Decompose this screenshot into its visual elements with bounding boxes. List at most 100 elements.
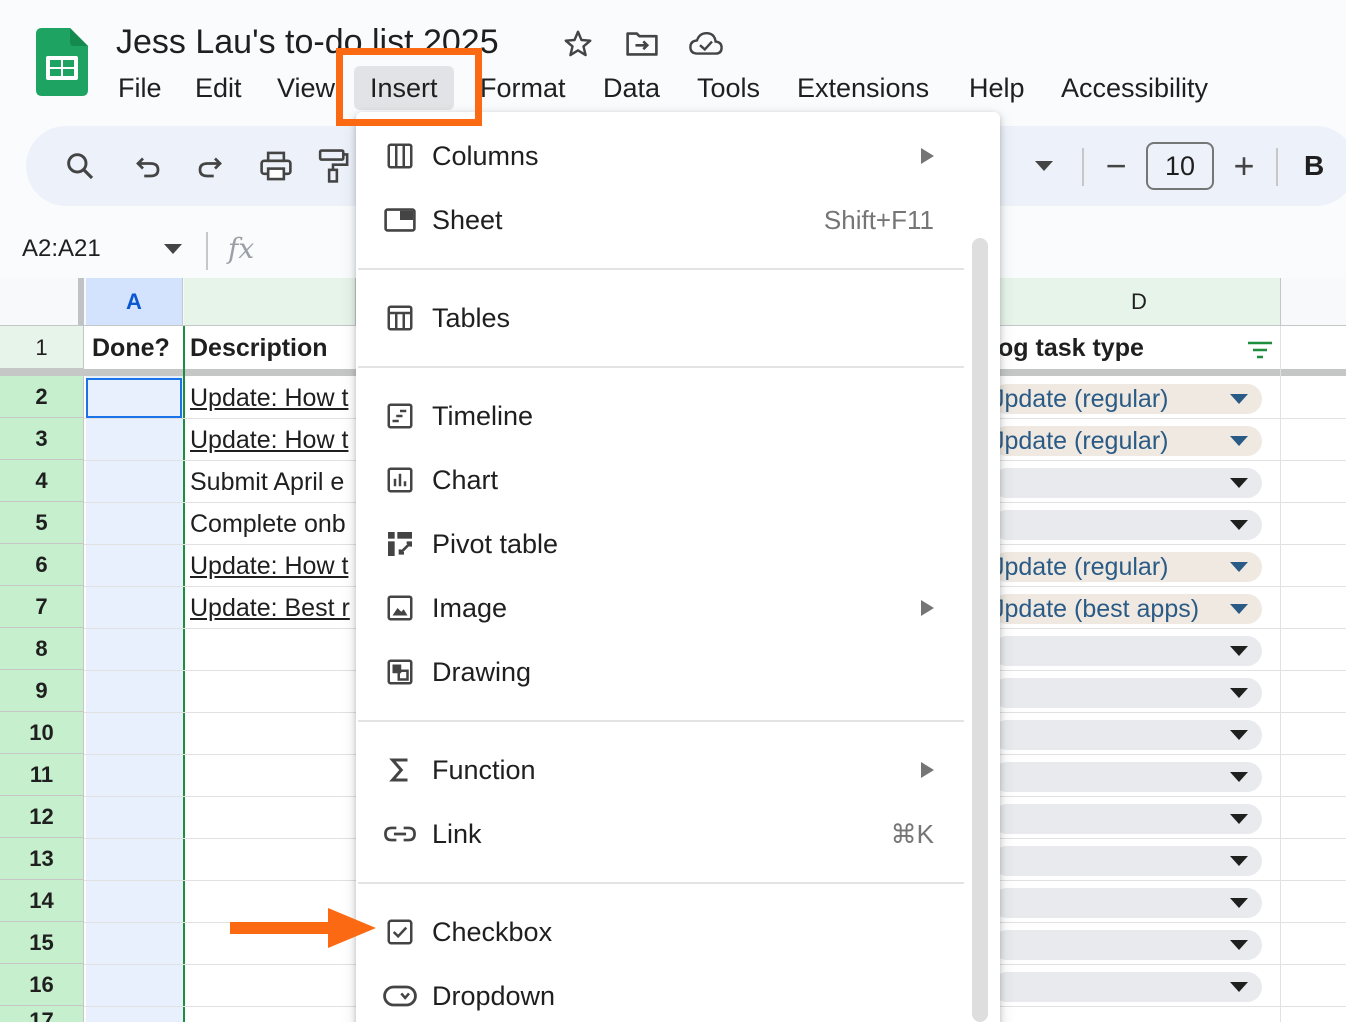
row-header-12[interactable]: 12 (0, 796, 84, 838)
menu-tools[interactable]: Tools (697, 66, 760, 110)
grid-line (1280, 326, 1281, 1022)
name-box[interactable]: A2:A21 (22, 232, 101, 266)
paint-format-icon[interactable] (316, 140, 356, 192)
description-cell[interactable]: Update: Best r (190, 594, 356, 623)
column-header-b[interactable] (184, 278, 356, 326)
task-type-chip[interactable] (992, 930, 1262, 960)
row-header-3[interactable]: 3 (0, 418, 84, 460)
column-header-d[interactable]: D (998, 278, 1281, 326)
row-header-6[interactable]: 6 (0, 544, 84, 586)
link-icon (382, 816, 418, 852)
menu-file[interactable]: File (118, 66, 162, 110)
task-type-chip[interactable]: Jpdate (regular) (992, 384, 1262, 414)
undo-icon[interactable] (122, 140, 174, 192)
toolbar-separator (1276, 148, 1278, 186)
row-header-13[interactable]: 13 (0, 838, 84, 880)
description-cell[interactable]: Complete onb (190, 510, 356, 539)
menu-scrollbar[interactable] (972, 238, 988, 1022)
sheets-logo-icon[interactable] (36, 28, 88, 96)
menu-item-chart[interactable]: Chart (356, 452, 966, 508)
search-icon[interactable] (54, 140, 106, 192)
chevron-down-icon (1230, 394, 1248, 404)
name-box-dropdown-icon[interactable] (164, 244, 182, 254)
row-header-17[interactable]: 17 (0, 1006, 84, 1022)
menu-view[interactable]: View (277, 66, 337, 110)
insert-menu-highlight-box (336, 48, 482, 126)
row-header-8[interactable]: 8 (0, 628, 84, 670)
task-type-chip[interactable] (992, 888, 1262, 918)
chevron-down-icon (1230, 520, 1248, 530)
task-type-chip[interactable] (992, 636, 1262, 666)
description-cell[interactable]: Update: How t (190, 384, 356, 413)
menu-item-dropdown[interactable]: Dropdown (356, 968, 966, 1022)
increase-font-icon[interactable]: + (1218, 140, 1270, 192)
menu-extensions[interactable]: Extensions (797, 66, 929, 110)
task-type-chip[interactable] (992, 846, 1262, 876)
chevron-down-icon (1230, 772, 1248, 782)
task-type-chip[interactable]: Jpdate (regular) (992, 552, 1262, 582)
decrease-font-icon[interactable]: − (1090, 140, 1142, 192)
row-header-1[interactable]: 1 (0, 326, 84, 369)
task-type-chip[interactable] (992, 720, 1262, 750)
row-header-14[interactable]: 14 (0, 880, 84, 922)
task-type-chip[interactable]: Jpdate (best apps) (992, 594, 1262, 624)
move-folder-icon[interactable] (624, 28, 660, 60)
active-cell-a2[interactable] (86, 378, 182, 418)
menu-accessibility[interactable]: Accessibility (1061, 66, 1208, 110)
row-header-10[interactable]: 10 (0, 712, 84, 754)
chevron-down-icon (1230, 688, 1248, 698)
task-type-chip[interactable] (992, 510, 1262, 540)
row-header-15[interactable]: 15 (0, 922, 84, 964)
cloud-saved-icon[interactable] (688, 28, 724, 60)
task-type-chip[interactable] (992, 678, 1262, 708)
shortcut-text: Shift+F11 (823, 205, 934, 235)
task-type-chip[interactable] (992, 762, 1262, 792)
redo-icon[interactable] (184, 140, 236, 192)
task-type-chip[interactable] (992, 972, 1262, 1002)
menu-item-drawing[interactable]: Drawing (356, 644, 966, 700)
row-header-5[interactable]: 5 (0, 502, 84, 544)
row-header-7[interactable]: 7 (0, 586, 84, 628)
row-header-4[interactable]: 4 (0, 460, 84, 502)
submenu-arrow-icon (921, 762, 934, 778)
filter-icon[interactable] (1246, 340, 1274, 360)
font-size-input[interactable]: 10 (1146, 142, 1214, 190)
table-icon (382, 300, 418, 336)
menu-help[interactable]: Help (969, 66, 1025, 110)
task-type-chip[interactable] (992, 468, 1262, 498)
star-icon[interactable] (560, 28, 596, 60)
description-cell[interactable]: Submit April e (190, 468, 356, 497)
bold-button[interactable]: B (1304, 150, 1324, 182)
menu-item-tables[interactable]: Tables (356, 290, 966, 346)
dropdown-icon (382, 978, 418, 1014)
menu-item-columns[interactable]: Columns (356, 128, 966, 184)
menu-divider (358, 720, 964, 722)
row-header-16[interactable]: 16 (0, 964, 84, 1006)
chevron-down-icon (1230, 982, 1248, 992)
description-cell[interactable]: Update: How t (190, 426, 356, 455)
row-header-11[interactable]: 11 (0, 754, 84, 796)
menu-item-image[interactable]: Image (356, 580, 966, 636)
header-cell-done[interactable]: Done? (92, 334, 170, 363)
task-type-chip[interactable]: Jpdate (regular) (992, 426, 1262, 456)
header-cell-task-type[interactable]: og task type (998, 334, 1144, 363)
menu-item-timeline[interactable]: Timeline (356, 388, 966, 444)
menu-item-link[interactable]: Link ⌘K (356, 806, 966, 862)
menu-item-checkbox[interactable]: Checkbox (356, 904, 966, 960)
column-header-a[interactable]: A (86, 278, 183, 326)
header-cell-description[interactable]: Description (190, 334, 356, 363)
menu-item-sheet[interactable]: Sheet Shift+F11 (356, 192, 966, 248)
menu-item-function[interactable]: Function (356, 742, 966, 798)
menu-data[interactable]: Data (603, 66, 660, 110)
description-cell[interactable]: Update: How t (190, 552, 356, 581)
menu-format[interactable]: Format (480, 66, 566, 110)
row-header-2[interactable]: 2 (0, 376, 84, 418)
menu-item-pivot-table[interactable]: Pivot table (356, 516, 966, 572)
task-type-chip[interactable] (992, 804, 1262, 834)
print-icon[interactable] (250, 140, 302, 192)
select-all-corner[interactable] (0, 278, 84, 326)
checkbox-icon (382, 914, 418, 950)
menu-edit[interactable]: Edit (195, 66, 242, 110)
font-dropdown-icon[interactable] (1018, 140, 1070, 192)
row-header-9[interactable]: 9 (0, 670, 84, 712)
